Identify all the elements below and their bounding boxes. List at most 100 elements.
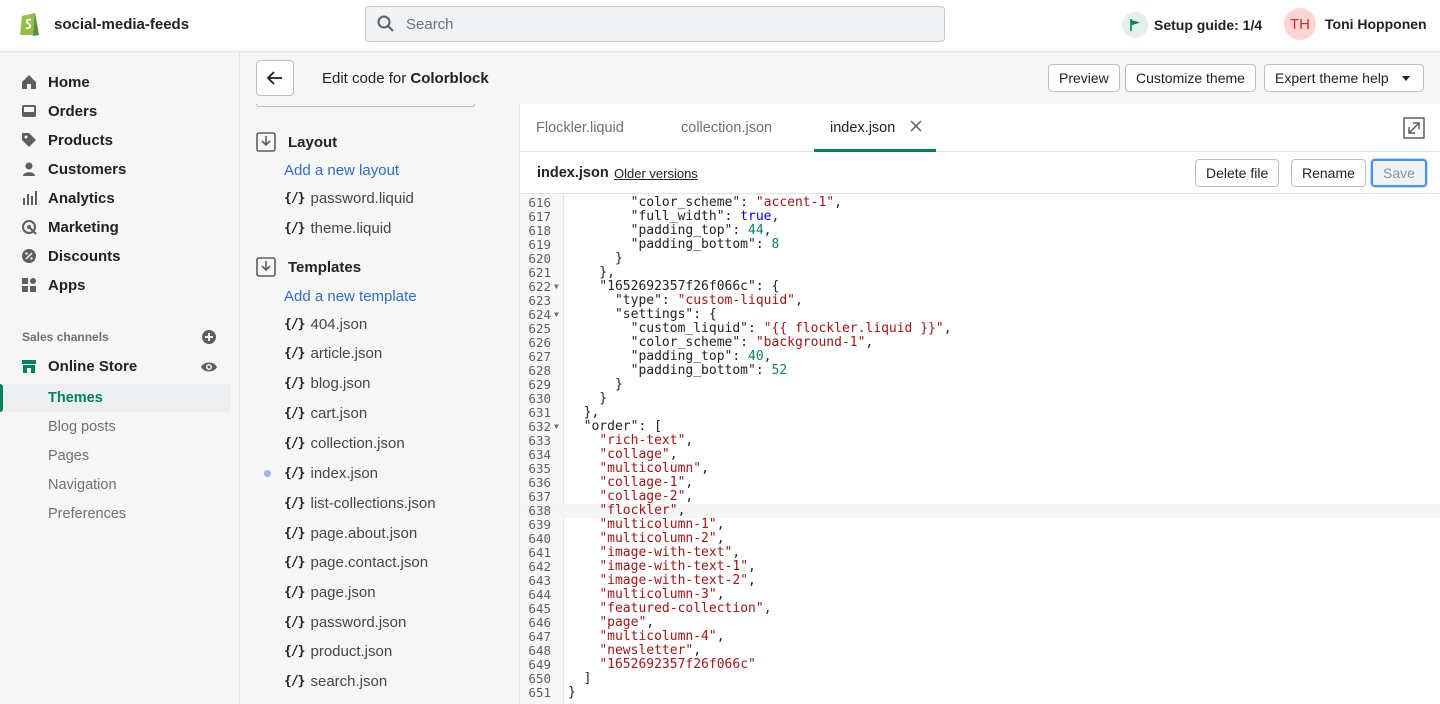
- code-line[interactable]: 646 "page",: [520, 616, 1440, 630]
- code-line[interactable]: 631 },: [520, 406, 1440, 420]
- file-item[interactable]: {/} collection.json: [284, 435, 405, 452]
- sidebar-item-analytics[interactable]: Analytics: [20, 186, 115, 210]
- sidebar-item-marketing[interactable]: Marketing: [20, 215, 119, 239]
- code-line[interactable]: 634 "collage",: [520, 448, 1440, 462]
- code-line[interactable]: 627 "padding_top": 40,: [520, 350, 1440, 364]
- sidebar-subitem-preferences[interactable]: Preferences: [48, 506, 126, 522]
- code-line[interactable]: 626 "color_scheme": "background-1",: [520, 336, 1440, 350]
- tab-flockler-liquid[interactable]: Flockler.liquid: [536, 120, 624, 136]
- file-item[interactable]: {/} product.json: [284, 643, 392, 660]
- fold-toggle-icon[interactable]: ▼: [554, 420, 559, 434]
- code-line[interactable]: 633 "rich-text",: [520, 434, 1440, 448]
- code-line[interactable]: 639 "multicolumn-1",: [520, 518, 1440, 532]
- add-layout-link[interactable]: Add a new layout: [284, 162, 399, 179]
- file-item[interactable]: {/} page.about.json: [284, 525, 417, 542]
- tab-collection-json[interactable]: collection.json: [681, 120, 772, 136]
- code-line[interactable]: 644 "multicolumn-3",: [520, 588, 1440, 602]
- code-line[interactable]: 623 "type": "custom-liquid",: [520, 294, 1440, 308]
- store-name[interactable]: social-media-feeds: [54, 16, 189, 33]
- code-line[interactable]: 625 "custom_liquid": "{{ flockler.liquid…: [520, 322, 1440, 336]
- sidebar-item-home[interactable]: Home: [20, 70, 90, 94]
- sidebar-item-online-store[interactable]: Online Store: [20, 354, 137, 378]
- code-line[interactable]: 635 "multicolumn",: [520, 462, 1440, 476]
- sidebar-subitem-blog-posts[interactable]: Blog posts: [48, 419, 116, 435]
- code-line[interactable]: 618 "padding_top": 44,: [520, 224, 1440, 238]
- sidebar-item-apps[interactable]: Apps: [20, 273, 86, 297]
- folder-layout[interactable]: Layout: [256, 132, 337, 152]
- file-item[interactable]: {/} password.json: [284, 614, 406, 631]
- folder-download-icon: [256, 257, 276, 277]
- close-icon[interactable]: [909, 119, 923, 133]
- preview-button[interactable]: Preview: [1048, 64, 1120, 92]
- sidebar-item-customers[interactable]: Customers: [20, 157, 126, 181]
- file-item[interactable]: {/} theme.liquid: [284, 220, 391, 237]
- file-search-box[interactable]: [256, 104, 475, 107]
- save-button[interactable]: Save: [1371, 159, 1427, 187]
- sidebar-item-products[interactable]: Products: [20, 128, 113, 152]
- file-item[interactable]: {/} article.json: [284, 345, 382, 362]
- file-item[interactable]: {/} search.json: [284, 673, 387, 690]
- expand-icon[interactable]: [1403, 117, 1425, 139]
- code-line[interactable]: 641 "image-with-text",: [520, 546, 1440, 560]
- sidebar-item-orders[interactable]: Orders: [20, 99, 97, 123]
- code-editor[interactable]: 616 "color_scheme": "accent-1", 617 "full…: [520, 194, 1440, 704]
- code-line[interactable]: 616 "color_scheme": "accent-1",: [520, 196, 1440, 210]
- setup-guide-button[interactable]: Setup guide: 1/4: [1122, 12, 1262, 38]
- code-line[interactable]: 643 "image-with-text-2",: [520, 574, 1440, 588]
- line-text: "type": "custom-liquid",: [568, 293, 803, 308]
- add-channel-icon[interactable]: [201, 329, 217, 345]
- code-line[interactable]: 630 }: [520, 392, 1440, 406]
- code-line[interactable]: 642 "image-with-text-1",: [520, 560, 1440, 574]
- older-versions-link[interactable]: Older versions: [614, 166, 698, 181]
- code-line[interactable]: 619 "padding_bottom": 8: [520, 238, 1440, 252]
- shopify-logo-icon[interactable]: [18, 10, 42, 38]
- code-line[interactable]: 638 "flockler",: [520, 504, 1440, 518]
- file-item[interactable]: {/} list-collections.json: [284, 495, 436, 512]
- code-line[interactable]: 647 "multicolumn-4",: [520, 630, 1440, 644]
- folder-templates[interactable]: Templates: [256, 257, 361, 277]
- code-line[interactable]: 632 ▼ "order": [: [520, 420, 1440, 434]
- tab-index-json[interactable]: index.json: [830, 120, 895, 136]
- file-item[interactable]: {/} cart.json: [284, 405, 367, 422]
- expert-theme-help-button[interactable]: Expert theme help: [1264, 64, 1424, 92]
- search-bar[interactable]: [365, 6, 945, 42]
- delete-file-button[interactable]: Delete file: [1195, 159, 1280, 187]
- file-item[interactable]: {/} page.contact.json: [284, 554, 428, 571]
- code-line[interactable]: 651}: [520, 686, 1440, 700]
- code-line[interactable]: 628 "padding_bottom": 52: [520, 364, 1440, 378]
- code-line[interactable]: 649 "1652692357f26f066c": [520, 658, 1440, 672]
- eye-icon[interactable]: [200, 358, 218, 376]
- sidebar-item-discounts[interactable]: Discounts: [20, 244, 121, 268]
- add-template-link[interactable]: Add a new template: [284, 288, 417, 305]
- file-item-active[interactable]: {/} index.json: [284, 465, 378, 482]
- code-line[interactable]: 637 "collage-2",: [520, 490, 1440, 504]
- code-line[interactable]: 620 }: [520, 252, 1440, 266]
- fold-toggle-icon[interactable]: ▼: [554, 280, 559, 294]
- line-text: "settings": {: [568, 307, 717, 322]
- code-line[interactable]: 640 "multicolumn-2",: [520, 532, 1440, 546]
- sidebar-subitem-pages[interactable]: Pages: [48, 448, 89, 464]
- code-line[interactable]: 622 ▼ "1652692357f26f066c": {: [520, 280, 1440, 294]
- code-line[interactable]: 624 ▼ "settings": {: [520, 308, 1440, 322]
- file-item[interactable]: {/} page.json: [284, 584, 376, 601]
- code-line[interactable]: 621 },: [520, 266, 1440, 280]
- file-item[interactable]: {/} password.liquid: [284, 190, 414, 207]
- sidebar-subitem-themes[interactable]: Themes: [0, 384, 231, 412]
- avatar[interactable]: TH: [1284, 8, 1316, 40]
- sidebar-subitem-navigation[interactable]: Navigation: [48, 477, 117, 493]
- fold-toggle-icon[interactable]: ▼: [554, 308, 559, 322]
- line-number: 621: [528, 265, 551, 280]
- rename-button[interactable]: Rename: [1291, 159, 1366, 187]
- code-line[interactable]: 650 ]: [520, 672, 1440, 686]
- back-button[interactable]: [256, 60, 294, 96]
- code-line[interactable]: 636 "collage-1",: [520, 476, 1440, 490]
- code-line[interactable]: 645 "featured-collection",: [520, 602, 1440, 616]
- user-name[interactable]: Toni Hopponen: [1325, 16, 1427, 32]
- customize-theme-button[interactable]: Customize theme: [1125, 64, 1256, 92]
- search-input[interactable]: [406, 15, 906, 33]
- code-line[interactable]: 617 "full_width": true,: [520, 210, 1440, 224]
- file-item[interactable]: {/} 404.json: [284, 316, 367, 333]
- file-item[interactable]: {/} blog.json: [284, 375, 371, 392]
- code-line[interactable]: 648 "newsletter",: [520, 644, 1440, 658]
- code-line[interactable]: 629 }: [520, 378, 1440, 392]
